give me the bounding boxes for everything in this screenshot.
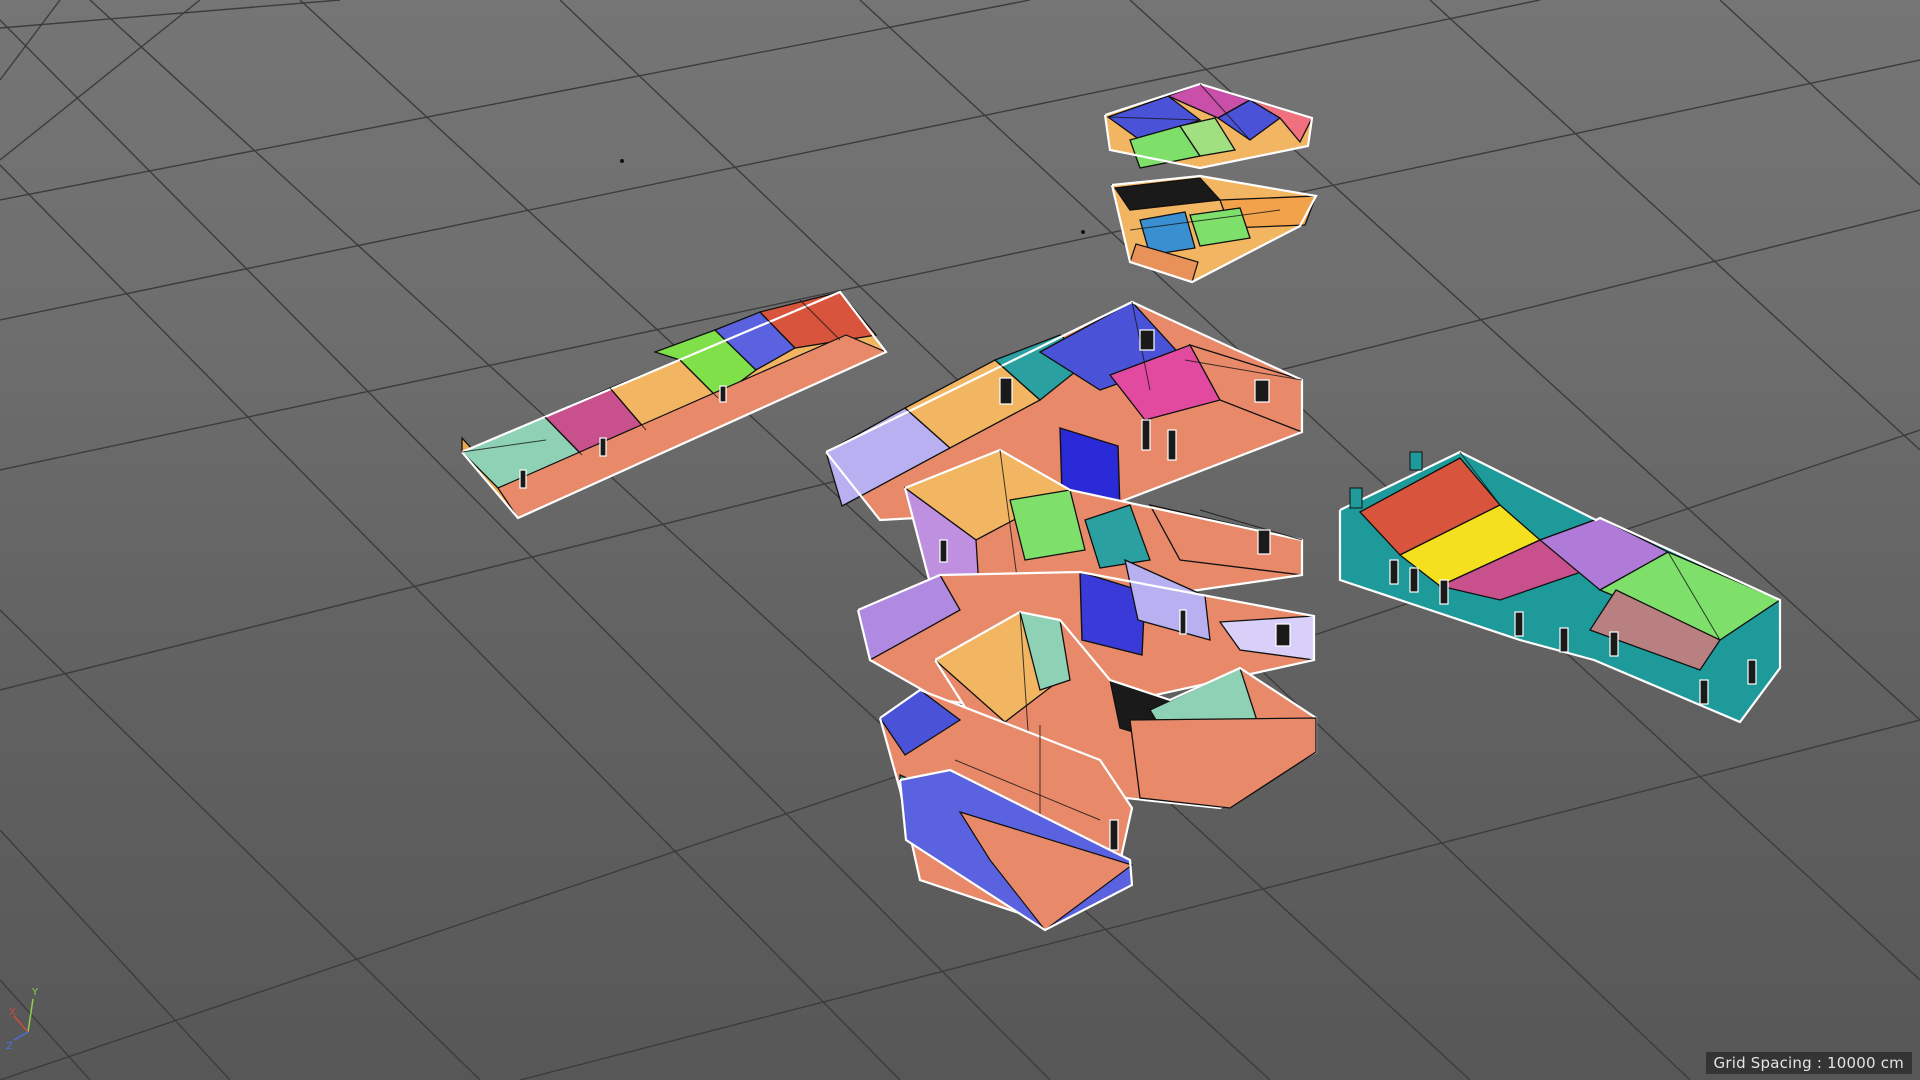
viewport-scene[interactable] xyxy=(0,0,1920,1080)
z-axis-label: Z xyxy=(6,1041,13,1052)
y-axis-label: Y xyxy=(31,987,39,998)
axis-gizmo: Y X Z xyxy=(6,985,56,1055)
y-axis-line xyxy=(27,998,34,1033)
east-wing-floor[interactable] xyxy=(1338,450,1782,724)
z-axis-line xyxy=(13,1031,29,1041)
grid-spacing-readout: Grid Spacing : 10000 cm xyxy=(1705,1052,1912,1074)
tower-lower-floor[interactable] xyxy=(1110,174,1318,284)
tower-upper-floor[interactable] xyxy=(1103,82,1314,170)
3d-viewport[interactable]: Y X Z Grid Spacing : 10000 cm xyxy=(0,0,1920,1080)
axis-gizmo-icon: Y X Z xyxy=(6,987,39,1052)
x-axis-label: X xyxy=(9,1007,16,1018)
x-axis-line xyxy=(13,1015,29,1033)
